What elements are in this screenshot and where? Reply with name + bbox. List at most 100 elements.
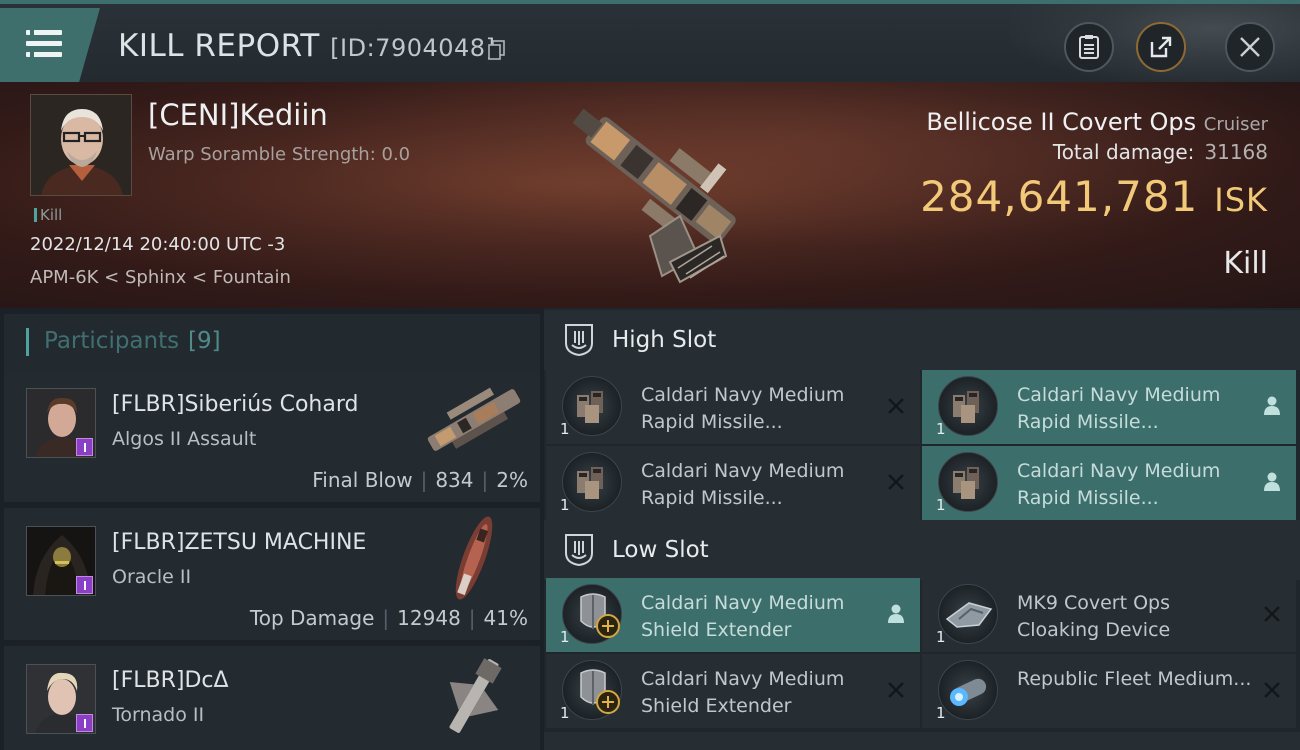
person-icon [1264, 396, 1280, 415]
module-quantity: 1 [560, 420, 570, 438]
menu-button[interactable] [0, 8, 100, 86]
module-name: Republic Fleet Medium... [1017, 668, 1252, 690]
participant-ship: Tornado II [112, 704, 205, 726]
high-slot-title: High Slot [612, 327, 717, 353]
victim-ship-name: Bellicose II Covert Ops [926, 108, 1197, 136]
participant-row[interactable]: [FLBR]ZETSU MACHINE Oracle II Top Damage… [4, 508, 540, 640]
module-quantity: 1 [936, 628, 946, 646]
cloaking-device-icon [938, 584, 998, 644]
participant-row[interactable]: [FLBR]Siberiús Cohard Algos II Assault F… [4, 370, 540, 502]
module-name: Caldari Navy Medium Shield Extender [641, 592, 845, 641]
kill-tag: Kill [34, 206, 62, 224]
add-icon [596, 614, 620, 638]
participant-name[interactable]: [FLBR]DcΔ [112, 668, 229, 693]
module-name: Caldari Navy Medium Rapid Missile... [1017, 460, 1221, 509]
participant-damage: 834 [435, 468, 474, 492]
module-quantity: 1 [560, 628, 570, 646]
participant-damage: 12948 [397, 606, 461, 630]
module-name: MK9 Covert Ops Cloaking Device [1017, 592, 1171, 641]
close-icon [1240, 37, 1260, 57]
participant-ship: Algos II Assault [112, 428, 257, 450]
participant-stat-label: Final Blow [312, 468, 413, 492]
page-title: KILL REPORT [ID:7904048] [118, 28, 495, 64]
corp-role-badge [76, 438, 93, 456]
victim-portrait[interactable] [30, 94, 132, 196]
warp-scramble-strength: Warp Soramble Strength: 0.0 [148, 144, 411, 165]
module-name: Caldari Navy Medium Rapid Missile... [641, 460, 845, 509]
title-bar: KILL REPORT [ID:7904048] [0, 0, 1300, 86]
module-name: Caldari Navy Medium Rapid Missile... [641, 384, 845, 433]
participant-ship: Oracle II [112, 566, 192, 588]
participant-row[interactable]: [FLBR]DcΔ Tornado II [4, 646, 540, 750]
damage-control-icon [938, 660, 998, 720]
participant-name[interactable]: [FLBR]ZETSU MACHINE [112, 530, 366, 555]
clipboard-icon [1079, 35, 1099, 59]
total-damage-value: 31168 [1204, 140, 1268, 164]
participant-percent: 2% [496, 468, 528, 492]
module-item[interactable]: 1 Caldari Navy Medium Rapid Missile... [922, 446, 1296, 520]
module-name: Caldari Navy Medium Shield Extender [641, 668, 845, 717]
person-icon [888, 604, 904, 623]
module-item[interactable]: 1 Caldari Navy Medium Shield Extender [546, 654, 920, 728]
victim-name[interactable]: [CENI]Kediin [148, 98, 328, 132]
participants-header: Participants [9] [4, 314, 540, 370]
share-button[interactable] [1136, 22, 1186, 72]
participant-name[interactable]: [FLBR]Siberiús Cohard [112, 392, 358, 417]
title-label: KILL REPORT [118, 28, 320, 64]
module-item[interactable]: 1 Caldari Navy Medium Shield Extender [546, 578, 920, 652]
high-slot-header: High Slot [544, 310, 1300, 370]
low-slot-icon [565, 534, 593, 567]
kill-report-window: KILL REPORT [ID:7904048] [CENI]Kediin Wa… [0, 0, 1300, 750]
participant-percent: 41% [483, 606, 528, 630]
module-name: Caldari Navy Medium Rapid Missile... [1017, 384, 1221, 433]
kill-datetime: 2022/12/14 20:40:00 UTC -3 [30, 234, 286, 255]
destroyed-icon [888, 682, 904, 698]
module-item[interactable]: 1 Republic Fleet Medium... [922, 654, 1296, 728]
total-damage: Total damage: 31168 [1052, 140, 1268, 164]
module-quantity: 1 [560, 704, 570, 722]
mid-slot-header [544, 732, 1300, 750]
copy-icon[interactable] [488, 40, 506, 60]
high-slot-icon [565, 324, 593, 357]
missile-launcher-icon [938, 452, 998, 512]
participants-title: Participants [44, 328, 180, 354]
participant-ship-image [427, 387, 521, 451]
low-slot-header: Low Slot [544, 520, 1300, 580]
report-id: [ID:7904048] [330, 34, 496, 62]
kill-location[interactable]: APM-6K < Sphinx < Fountain [30, 267, 291, 288]
isk-value: 284,641,781 ISK [920, 172, 1268, 221]
module-item[interactable]: 1 MK9 Covert Ops Cloaking Device [922, 578, 1296, 652]
participant-ship-image [449, 658, 502, 733]
corp-role-badge [76, 714, 93, 732]
participants-panel: Participants [9] [FLBR]Siberiús Cohard A… [0, 308, 540, 750]
destroyed-icon [888, 398, 904, 414]
corp-role-badge [76, 576, 93, 594]
victim-avatar [31, 95, 131, 195]
module-item[interactable]: 1 Caldari Navy Medium Rapid Missile... [546, 370, 920, 444]
kill-result-label: Kill [1223, 246, 1268, 281]
victim-ship-image[interactable] [530, 86, 770, 296]
module-item[interactable]: 1 Caldari Navy Medium Rapid Missile... [922, 370, 1296, 444]
missile-launcher-icon [562, 376, 622, 436]
participants-count: [9] [188, 328, 221, 354]
module-item[interactable]: 1 Caldari Navy Medium Rapid Missile... [546, 446, 920, 520]
add-icon [596, 690, 620, 714]
participant-stat-label: Top Damage [249, 606, 375, 630]
module-quantity: 1 [936, 420, 946, 438]
fitting-panel: High Slot 1 Caldari Navy Medium Rapid Mi… [544, 308, 1300, 750]
missile-launcher-icon [938, 376, 998, 436]
person-icon [1264, 472, 1280, 491]
close-button[interactable] [1225, 22, 1275, 72]
missile-launcher-icon [562, 452, 622, 512]
module-quantity: 1 [936, 704, 946, 722]
destroyed-icon [888, 474, 904, 490]
clipboard-button[interactable] [1064, 22, 1114, 72]
module-quantity: 1 [936, 496, 946, 514]
isk-amount: 284,641,781 [920, 172, 1199, 221]
participant-ship-image [455, 516, 493, 600]
destroyed-icon [1264, 682, 1280, 698]
victim-ship[interactable]: Bellicose II Covert Ops Cruiser [926, 108, 1268, 136]
victim-ship-class: Cruiser [1203, 114, 1268, 135]
share-icon [1150, 36, 1172, 58]
participant-stats: Final Blow | 834 | 2% [312, 468, 528, 492]
